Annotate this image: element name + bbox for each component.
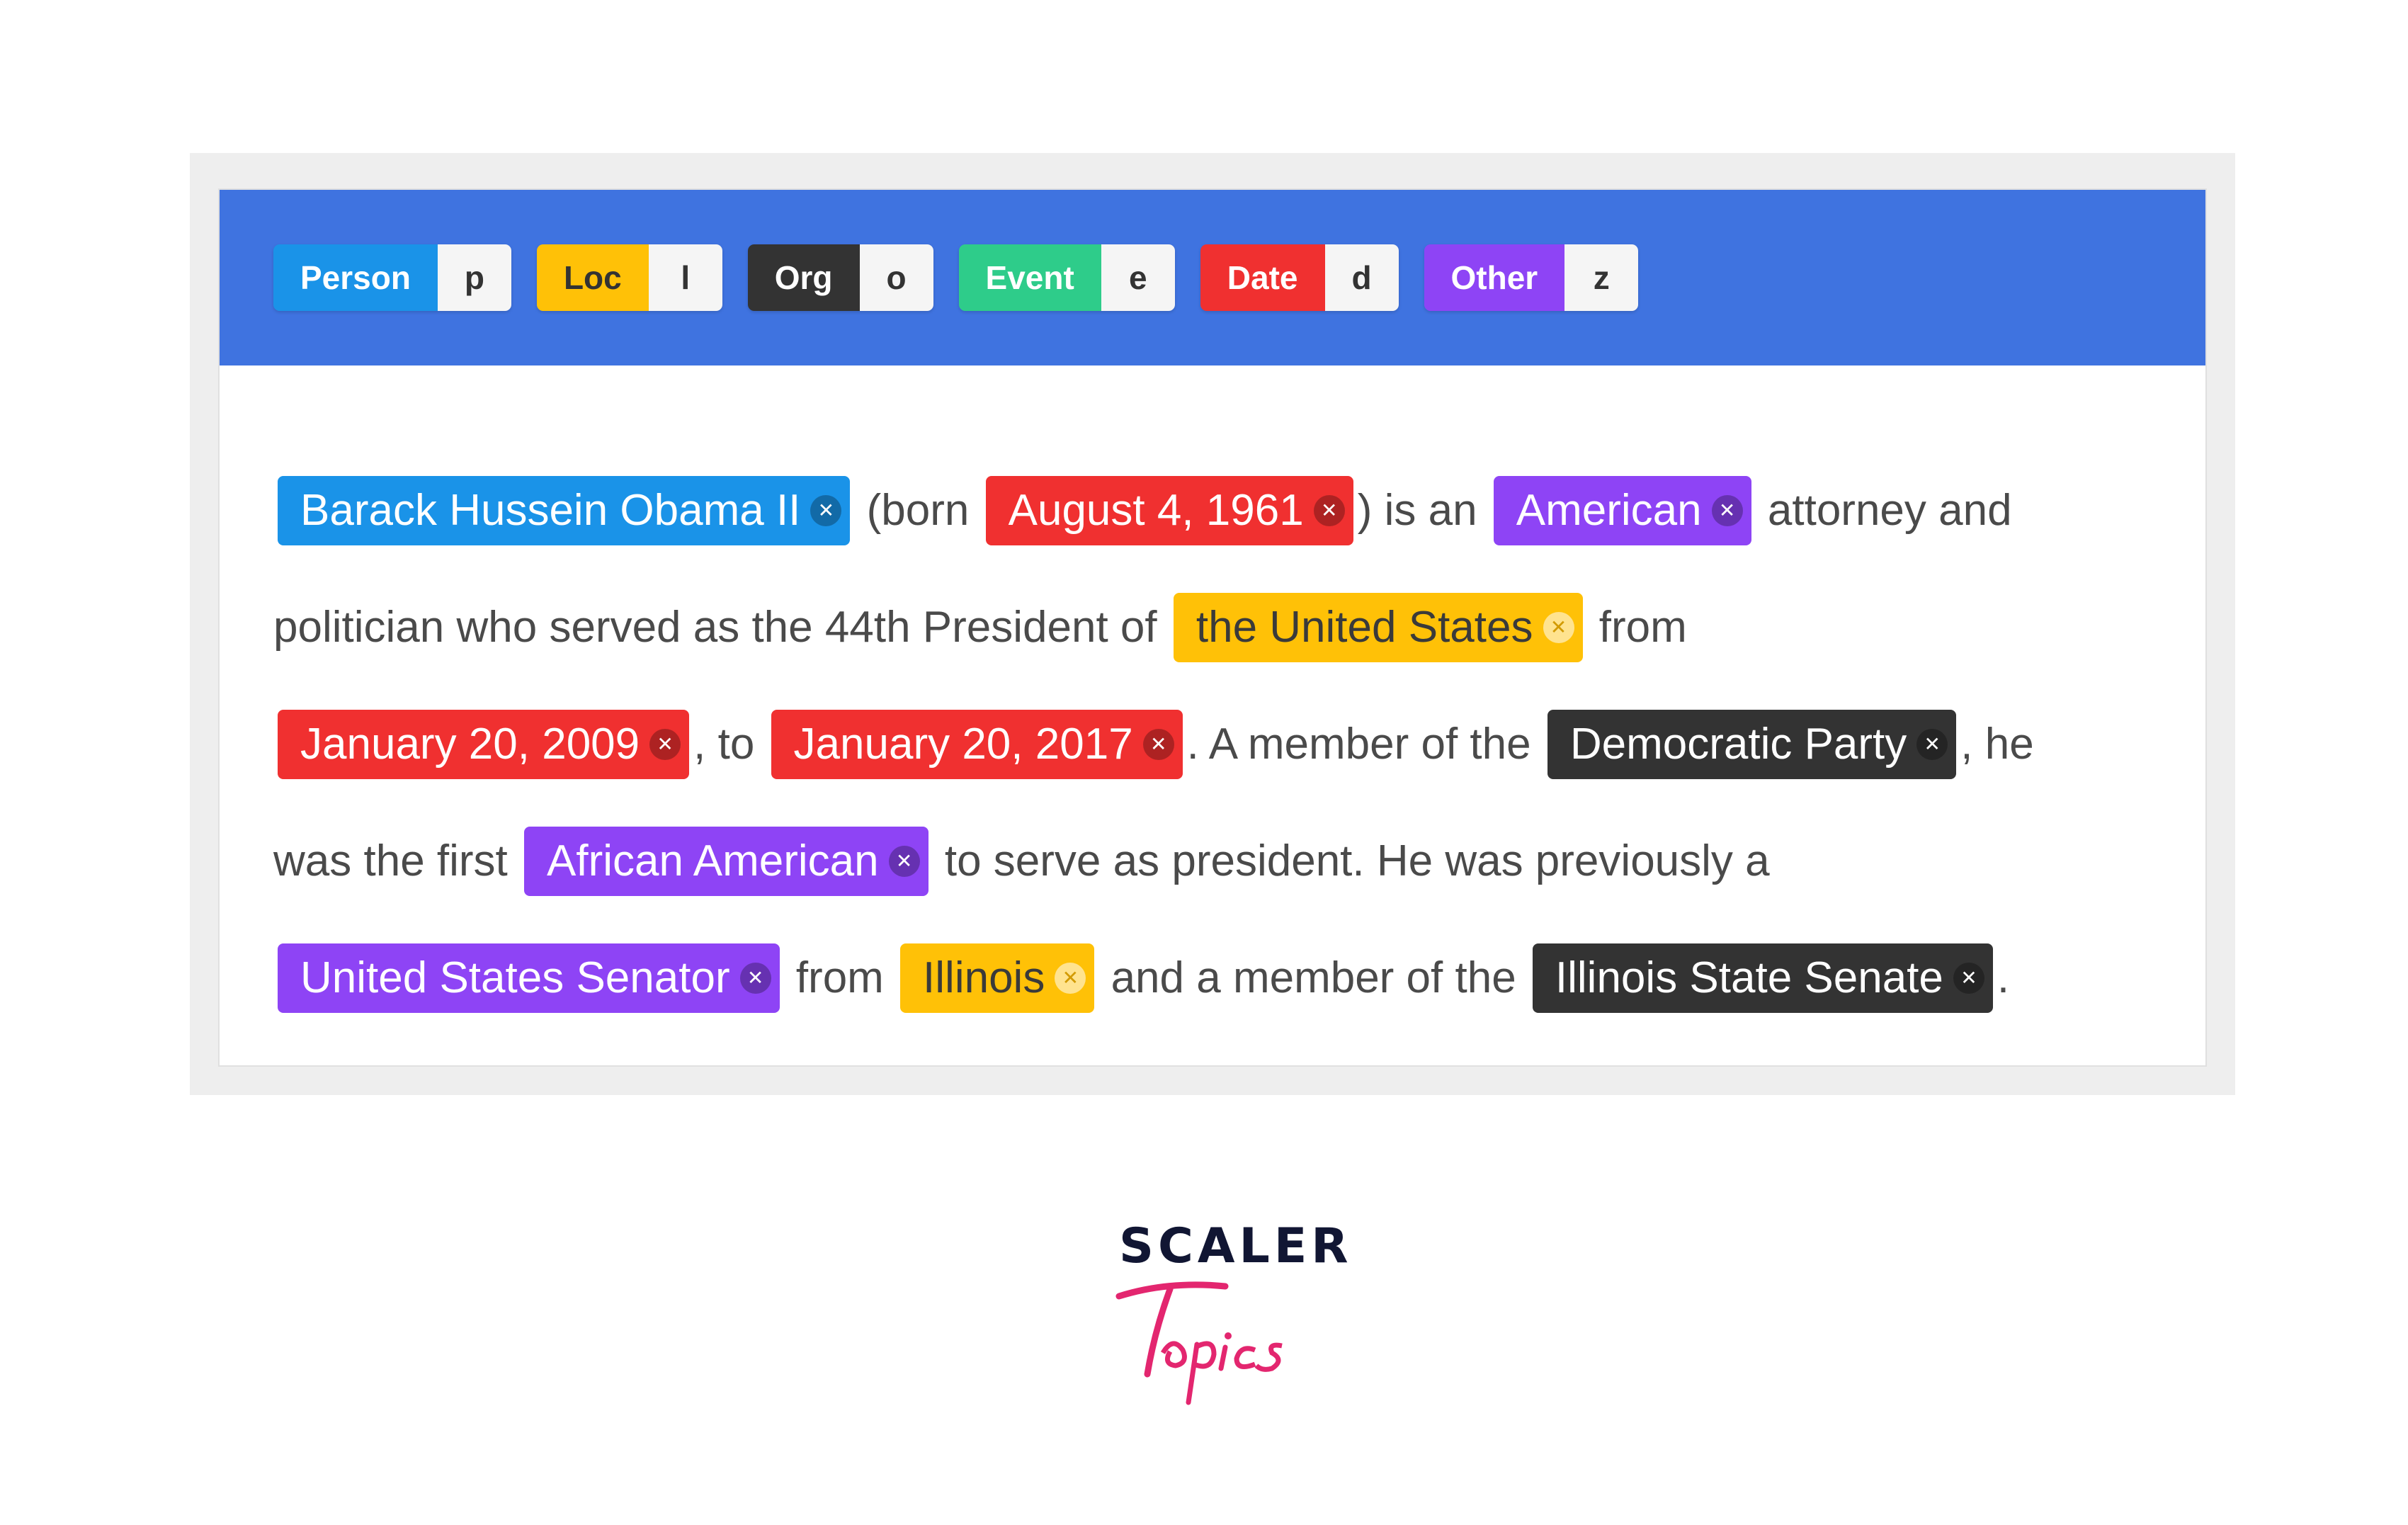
label-button-event[interactable]: Event e (958, 244, 1175, 311)
plain-text: to serve as president. He was previously… (932, 837, 1770, 885)
label-name: Event (958, 244, 1101, 311)
logo-scaler-text: SCALER (1119, 1218, 1353, 1274)
remove-entity-close-icon[interactable]: ✕ (1711, 494, 1743, 526)
logo-topics-script (1115, 1281, 1283, 1405)
entity-text: African American (547, 837, 879, 885)
annotator-app: Person p Loc l Org o Event e Date d Other z Barack … (218, 188, 2207, 1067)
entity-text: Illinois State Senate (1555, 953, 1943, 1002)
entity-span-loc[interactable]: the United States ✕ (1173, 592, 1583, 662)
screenshot-frame: Person p Loc l Org o Event e Date d Other z Barack … (190, 153, 2235, 1095)
label-shortcut-key: p (437, 244, 511, 311)
entity-span-date[interactable]: August 4, 1961 ✕ (985, 475, 1353, 545)
text-line: was the first African American ✕ to serve… (273, 803, 2157, 919)
entity-text: Illinois (923, 953, 1045, 1002)
entity-span-other[interactable]: African American ✕ (524, 826, 928, 896)
label-shortcut-key: e (1101, 244, 1175, 311)
remove-entity-close-icon[interactable]: ✕ (888, 845, 920, 877)
remove-entity-close-icon[interactable]: ✕ (1953, 962, 1984, 994)
entity-text: American (1516, 486, 1702, 535)
remove-entity-close-icon[interactable]: ✕ (649, 728, 681, 760)
annotated-text: Barack Hussein Obama II ✕ (born August 4,… (273, 452, 2157, 1036)
entity-text: January 20, 2017 (793, 720, 1133, 769)
label-toolbar: Person p Loc l Org o Event e Date d Other z (220, 190, 2205, 365)
remove-entity-close-icon[interactable]: ✕ (1142, 728, 1174, 760)
entity-span-date[interactable]: January 20, 2017 ✕ (771, 709, 1183, 779)
entity-span-loc[interactable]: Illinois ✕ (900, 943, 1095, 1013)
remove-entity-close-icon[interactable]: ✕ (1055, 962, 1086, 994)
text-line: January 20, 2009 ✕ , to January 20, 2017 ✕.… (273, 686, 2157, 803)
label-name: Person (273, 244, 438, 311)
label-shortcut-key: o (859, 244, 933, 311)
plain-text: from (783, 953, 897, 1002)
plain-text: , he (1960, 720, 2034, 769)
remove-entity-close-icon[interactable]: ✕ (810, 494, 842, 526)
label-button-person[interactable]: Person p (273, 244, 511, 311)
plain-text: ) is an (1357, 486, 1489, 535)
label-shortcut-key: d (1324, 244, 1399, 311)
label-button-loc[interactable]: Loc l (536, 244, 722, 311)
plain-text: . (1997, 953, 2010, 1002)
text-line: United States Senator ✕ from Illinois ✕ an… (273, 919, 2157, 1036)
label-shortcut-key: l (648, 244, 722, 311)
entity-span-org[interactable]: Illinois State Senate ✕ (1532, 943, 1993, 1013)
entity-span-org[interactable]: Democratic Party ✕ (1547, 709, 1957, 779)
entity-text: the United States (1196, 603, 1533, 652)
entity-text: Barack Hussein Obama II (300, 486, 801, 535)
label-name: Date (1200, 244, 1325, 311)
label-button-org[interactable]: Org o (747, 244, 933, 311)
label-shortcut-key: z (1564, 244, 1639, 311)
entity-text: United States Senator (300, 953, 730, 1002)
entity-span-other[interactable]: American ✕ (1493, 475, 1751, 545)
label-name: Loc (536, 244, 649, 311)
label-button-other[interactable]: Other z (1424, 244, 1639, 311)
scaler-topics-logo: SCALER (1105, 1218, 1353, 1405)
text-line: politician who served as the 44th Presid… (273, 569, 2157, 686)
text-line: Barack Hussein Obama II ✕ (born August 4,… (273, 452, 2157, 569)
entity-span-date[interactable]: January 20, 2009 ✕ (278, 709, 690, 779)
label-button-date[interactable]: Date d (1200, 244, 1399, 311)
plain-text: from (1586, 603, 1687, 652)
plain-text: attorney and (1755, 486, 2012, 535)
plain-text: (born (854, 486, 982, 535)
plain-text: politician who served as the 44th Presid… (273, 603, 1169, 652)
label-name: Other (1424, 244, 1565, 311)
plain-text: was the first (273, 837, 520, 885)
entity-span-person[interactable]: Barack Hussein Obama II ✕ (278, 475, 851, 545)
plain-text: . A member of the (1186, 720, 1543, 769)
plain-text: and a member of the (1098, 953, 1528, 1002)
remove-entity-close-icon[interactable]: ✕ (1916, 728, 1948, 760)
plain-text: , to (693, 720, 767, 769)
remove-entity-close-icon[interactable]: ✕ (739, 962, 771, 994)
entity-text: Democratic Party (1569, 720, 1907, 769)
entity-span-other[interactable]: United States Senator ✕ (278, 943, 780, 1013)
remove-entity-close-icon[interactable]: ✕ (1543, 611, 1574, 643)
entity-text: January 20, 2009 (300, 720, 640, 769)
remove-entity-close-icon[interactable]: ✕ (1313, 494, 1345, 526)
entity-text: August 4, 1961 (1008, 486, 1304, 535)
label-name: Org (747, 244, 860, 311)
